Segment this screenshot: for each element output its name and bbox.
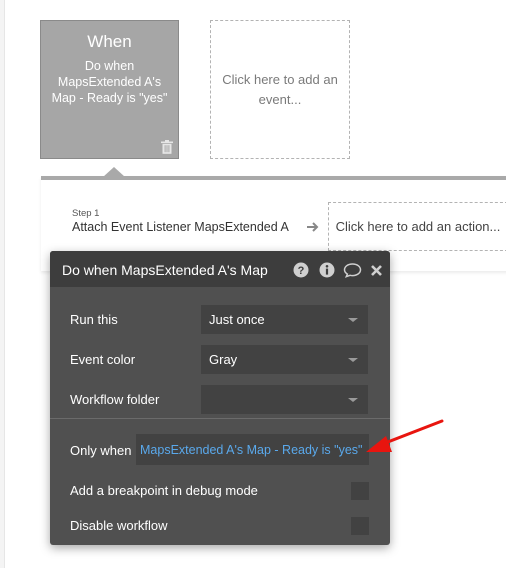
run-this-label: Run this: [70, 312, 118, 327]
add-action-placeholder[interactable]: Click here to add an action...: [328, 202, 506, 251]
event-color-label: Event color: [70, 352, 136, 367]
breakpoint-checkbox[interactable]: [351, 482, 369, 500]
svg-text:?: ?: [298, 265, 305, 277]
workflow-folder-label: Workflow folder: [70, 392, 160, 407]
trash-icon[interactable]: [161, 140, 173, 154]
panel-header: Do when MapsExtended A's Map ?: [50, 251, 390, 287]
breakpoint-label: Add a breakpoint in debug mode: [70, 483, 258, 498]
info-icon[interactable]: [319, 262, 335, 278]
only-when-expression[interactable]: MapsExtended A's Map - Ready is "yes": [140, 443, 362, 457]
panel-divider: [50, 418, 390, 419]
workflow-folder-dropdown[interactable]: [201, 385, 368, 414]
event-card-pointer: [103, 167, 125, 177]
run-this-dropdown[interactable]: Just once: [201, 305, 368, 334]
annotation-arrow-icon: [366, 419, 444, 452]
disable-workflow-label: Disable workflow: [70, 518, 168, 533]
step-title[interactable]: Attach Event Listener MapsExtended A: [72, 220, 289, 234]
event-when-label: When: [87, 32, 132, 51]
panel-title: Do when MapsExtended A's Map: [62, 262, 268, 278]
event-card[interactable]: When Do when MapsExtended A's Map - Read…: [40, 20, 179, 159]
event-color-dropdown[interactable]: Gray: [201, 345, 368, 374]
add-event-placeholder[interactable]: Click here to add an event...: [210, 20, 350, 159]
arrow-right-icon: [307, 222, 319, 232]
event-color-value: Gray: [209, 352, 238, 367]
step-number: Step 1: [72, 208, 100, 219]
comment-icon[interactable]: [343, 262, 362, 278]
only-when-label: Only when: [70, 443, 132, 458]
event-description: Do when MapsExtended A's Map - Ready is …: [51, 59, 168, 105]
chevron-down-icon: [348, 398, 358, 402]
help-icon[interactable]: ?: [293, 262, 309, 278]
workflow-property-panel: Do when MapsExtended A's Map ? Run this …: [50, 251, 390, 545]
disable-workflow-checkbox[interactable]: [351, 517, 369, 535]
close-icon[interactable]: [370, 264, 383, 277]
only-when-condition-field[interactable]: MapsExtended A's Map - Ready is "yes": [136, 434, 369, 465]
run-this-value: Just once: [209, 312, 265, 327]
chevron-down-icon: [348, 318, 358, 322]
chevron-down-icon: [348, 358, 358, 362]
